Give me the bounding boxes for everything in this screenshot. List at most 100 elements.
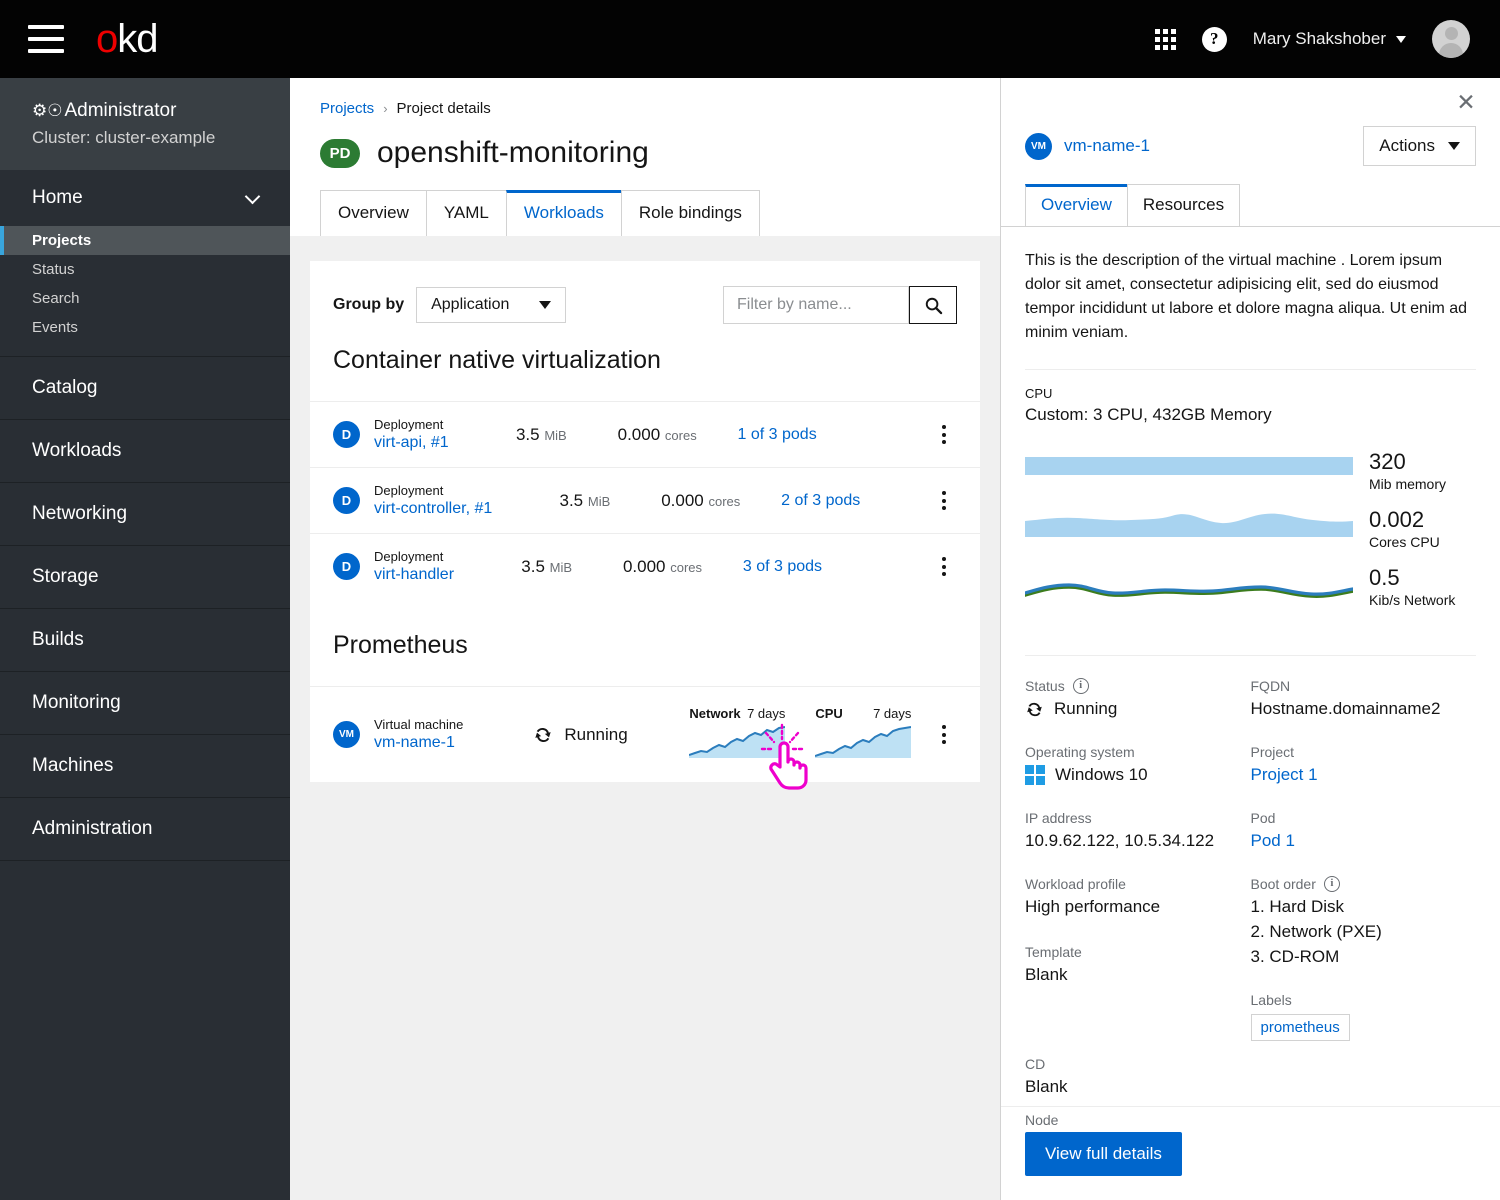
kebab-menu-icon[interactable]: [931, 419, 957, 450]
detail-fqdn-value: Hostname.domainname2: [1250, 699, 1441, 718]
sparkline-network[interactable]: Network 7 days: [689, 706, 786, 763]
chevron-down-icon: [244, 188, 261, 204]
resource-info: Deployment virt-controller, #1: [374, 483, 492, 518]
filter-by-name-input[interactable]: [723, 286, 909, 324]
sparkline-cpu-header: CPU 7 days: [815, 706, 911, 721]
page-title: PD openshift-monitoring: [320, 136, 970, 170]
detail-pod-link[interactable]: Pod 1: [1251, 831, 1465, 851]
sparkline-cpu[interactable]: CPU 7 days: [815, 706, 912, 763]
perspective-switcher[interactable]: ⚙☉ Administrator Cluster: cluster-example: [0, 78, 290, 170]
sidebar-item-search[interactable]: Search: [0, 284, 290, 313]
memory-value: 3.5: [515, 424, 540, 444]
page-header: Projects › Project details PD openshift-…: [290, 78, 1000, 236]
cpu-metric: 0.000 cores: [567, 425, 697, 445]
resource-kind: Virtual machine: [374, 717, 464, 732]
tab-role-bindings[interactable]: Role bindings: [620, 190, 760, 236]
sidebar-item-builds[interactable]: Builds: [0, 609, 290, 672]
sidebar-item-administration[interactable]: Administration: [0, 798, 290, 861]
actions-label: Actions: [1379, 136, 1435, 155]
cpu-summary-value: Custom: 3 CPU, 432GB Memory: [1025, 405, 1272, 424]
breadcrumb-current: Project details: [396, 100, 491, 117]
resource-name-link[interactable]: virt-controller, #1: [374, 500, 492, 518]
boot-order-item: 2. Network (PXE): [1250, 922, 1382, 941]
masthead-toolbar: ? Mary Shakshober: [1154, 20, 1500, 58]
detail-workload-profile-value: High performance: [1025, 897, 1161, 916]
sidebar-item-monitoring[interactable]: Monitoring: [0, 672, 290, 735]
sidebar-item-events[interactable]: Events: [0, 313, 290, 342]
tab-yaml[interactable]: YAML: [425, 190, 507, 236]
sidebar-item-networking[interactable]: Networking: [0, 483, 290, 546]
cpu-summary-label: CPU: [1025, 386, 1053, 401]
resource-info: Deployment virt-handler: [374, 549, 454, 584]
actions-button[interactable]: Actions: [1363, 126, 1476, 166]
avatar[interactable]: [1432, 20, 1470, 58]
info-icon[interactable]: i: [1323, 876, 1340, 892]
cpu-value: 0.000: [617, 424, 661, 444]
detail-spacer: [1251, 1066, 1477, 1097]
vm-details-grid: Status i Running FQDN Hostname.domainnam: [1025, 656, 1476, 1178]
sidebar-item-projects[interactable]: Projects: [0, 226, 290, 255]
drawer-vm-name-link[interactable]: vm-name-1: [1064, 136, 1150, 156]
sidebar-item-home[interactable]: Home: [0, 170, 290, 226]
deployment-badge: D: [333, 421, 360, 448]
label-text: Boot order: [1250, 876, 1316, 892]
breadcrumb-projects-link[interactable]: Projects: [320, 100, 374, 117]
resource-name-link[interactable]: vm-name-1: [374, 734, 463, 752]
sidebar-item-storage[interactable]: Storage: [0, 546, 290, 609]
sidebar-item-machines[interactable]: Machines: [0, 735, 290, 798]
resource-name-link[interactable]: virt-handler: [374, 566, 454, 584]
deployment-badge: D: [333, 487, 360, 514]
detail-status: Status i Running: [1025, 678, 1251, 719]
label-chip-prometheus[interactable]: prometheus: [1250, 1014, 1350, 1041]
pods-status-link[interactable]: 3 of 3 pods: [702, 558, 822, 576]
group-by-select[interactable]: Application: [416, 287, 567, 323]
detail-ip-value: 10.9.62.122, 10.5.34.122: [1025, 831, 1215, 850]
view-full-details-button[interactable]: View full details: [1025, 1132, 1182, 1176]
hamburger-menu-icon[interactable]: [28, 25, 64, 53]
label-text: Status: [1025, 678, 1065, 694]
tab-overview[interactable]: Overview: [320, 190, 427, 236]
cpu-summary: CPU Custom: 3 CPU, 432GB Memory: [1025, 370, 1476, 425]
kebab-menu-icon[interactable]: [931, 551, 957, 582]
chevron-down-icon: [1448, 142, 1460, 150]
search-button[interactable]: [909, 286, 957, 324]
drawer-tab-resources[interactable]: Resources: [1126, 184, 1241, 226]
info-icon[interactable]: i: [1072, 678, 1089, 694]
cpu-metric-caption: Cores CPU: [1369, 534, 1440, 551]
table-row-vm[interactable]: VM Virtual machine vm-name-1 Running Net…: [310, 686, 980, 782]
detail-ip-address: IP address 10.9.62.122, 10.5.34.122: [1025, 810, 1251, 851]
gear-icon: ⚙☉: [32, 101, 63, 120]
drawer-vm-identity: VM vm-name-1: [1025, 132, 1150, 160]
os-text: Windows 10: [1055, 765, 1148, 784]
detail-ip-label: IP address: [1025, 810, 1092, 826]
sidebar-item-status[interactable]: Status: [0, 255, 290, 284]
table-row[interactable]: D Deployment virt-handler 3.5 MiB 0.000 …: [310, 533, 980, 599]
cpu-area-chart: [1025, 513, 1353, 537]
drawer-tab-overview[interactable]: Overview: [1025, 184, 1128, 226]
okd-logo[interactable]: o kd: [96, 19, 159, 59]
kebab-menu-icon[interactable]: [931, 719, 957, 750]
memory-metric-caption: Mib memory: [1369, 476, 1447, 493]
help-icon[interactable]: ?: [1201, 26, 1227, 52]
sidebar-item-workloads[interactable]: Workloads: [0, 420, 290, 483]
pods-status-link[interactable]: 1 of 3 pods: [697, 426, 817, 444]
project-title: openshift-monitoring: [377, 136, 649, 169]
masthead: o kd ? Mary Shakshober: [0, 0, 1500, 78]
detail-cd-label: CD: [1025, 1056, 1046, 1072]
tab-workloads[interactable]: Workloads: [505, 190, 622, 236]
table-row[interactable]: D Deployment virt-api, #1 3.5 MiB 0.000 …: [310, 401, 980, 467]
sidebar-item-catalog[interactable]: Catalog: [0, 357, 290, 420]
cpu-metric-text: 0.002 Cores CPU: [1369, 507, 1440, 551]
resource-name-link[interactable]: virt-api, #1: [374, 434, 449, 452]
pods-status-link[interactable]: 2 of 3 pods: [740, 492, 860, 510]
sparkline-period: 7 days: [873, 706, 912, 721]
grid-apps-icon[interactable]: [1154, 28, 1176, 50]
memory-metric-value: 320: [1369, 448, 1406, 474]
detail-pod-label: Pod: [1250, 810, 1276, 826]
table-row[interactable]: D Deployment virt-controller, #1 3.5 MiB…: [310, 467, 980, 533]
detail-project-link[interactable]: Project 1: [1251, 765, 1465, 785]
close-icon[interactable]: ✕: [1453, 90, 1479, 116]
user-menu[interactable]: Mary Shakshober: [1253, 29, 1406, 49]
memory-unit: MiB: [544, 427, 567, 443]
kebab-menu-icon[interactable]: [931, 485, 957, 516]
